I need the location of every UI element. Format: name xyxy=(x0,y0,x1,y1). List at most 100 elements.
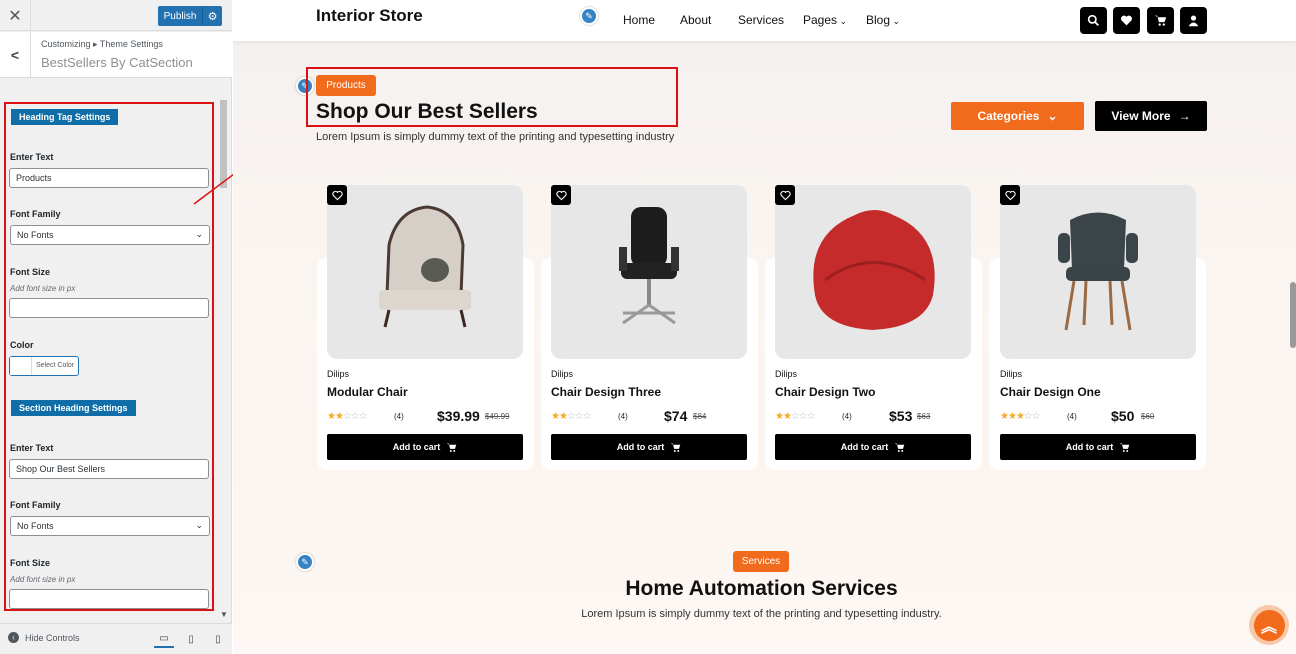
panel-scrollbar[interactable] xyxy=(219,100,228,620)
cart-icon xyxy=(446,442,457,452)
tablet-preview-icon[interactable]: ▯ xyxy=(181,630,201,648)
heading-tag-font-size-input[interactable] xyxy=(9,298,209,318)
nav-blog[interactable]: Blog ⌄ xyxy=(866,13,900,27)
chevron-down-icon: ⌄ xyxy=(837,16,848,26)
star-filled-icon: ★ xyxy=(1007,411,1017,422)
add-to-wishlist-button[interactable] xyxy=(775,185,795,205)
product-brand: Dilips xyxy=(775,369,798,379)
nav-pages-label: Pages xyxy=(803,13,838,27)
cart-icon xyxy=(894,442,905,452)
scrollbar-thumb[interactable] xyxy=(220,100,227,188)
product-image[interactable] xyxy=(775,185,971,359)
cart-icon xyxy=(670,442,681,452)
rating-stars: ★★☆☆☆ xyxy=(775,411,816,422)
section-heading-settings-title: Section Heading Settings xyxy=(11,400,136,416)
color-swatch xyxy=(10,357,32,375)
product-name[interactable]: Chair Design Two xyxy=(775,385,875,399)
search-icon xyxy=(1087,14,1100,27)
add-to-wishlist-button[interactable] xyxy=(1000,185,1020,205)
preview-scrollbar-thumb[interactable] xyxy=(1290,282,1296,348)
product-image[interactable] xyxy=(551,185,747,359)
add-to-cart-label: Add to cart xyxy=(1065,442,1114,452)
star-empty-icon: ☆ xyxy=(582,411,592,422)
nav-about[interactable]: About xyxy=(680,13,711,27)
add-to-wishlist-button[interactable] xyxy=(327,185,347,205)
services-badge: Services xyxy=(733,551,789,572)
categories-button[interactable]: Categories ⌄ xyxy=(951,102,1084,130)
add-to-cart-label: Add to cart xyxy=(840,442,889,452)
view-more-button[interactable]: View More → xyxy=(1095,101,1207,131)
star-filled-icon: ★ xyxy=(327,411,336,422)
nav-pages[interactable]: Pages ⌄ xyxy=(803,13,847,27)
product-name[interactable]: Chair Design One xyxy=(1000,385,1101,399)
add-to-cart-label: Add to cart xyxy=(392,442,441,452)
close-customizer-button[interactable]: ✕ xyxy=(0,0,31,31)
rating-count: (4) xyxy=(842,412,852,421)
select-color-label: Select Color xyxy=(36,362,75,369)
add-to-cart-label: Add to cart xyxy=(616,442,665,452)
highlight-box xyxy=(306,67,678,127)
font-size-hint: Add font size in px xyxy=(10,284,76,293)
product-image[interactable] xyxy=(327,185,523,359)
add-to-cart-button[interactable]: Add to cart xyxy=(551,434,747,460)
star-empty-icon: ☆ xyxy=(798,411,808,422)
product-price: $74 xyxy=(664,408,688,424)
product-brand: Dilips xyxy=(1000,369,1023,379)
star-empty-icon: ☆ xyxy=(358,411,368,422)
product-name[interactable]: Modular Chair xyxy=(327,385,408,399)
chevron-left-icon: < xyxy=(10,47,20,63)
site-logo[interactable]: Interior Store xyxy=(316,6,423,26)
product-image[interactable] xyxy=(1000,185,1196,359)
font-size-hint: Add font size in px xyxy=(10,575,76,584)
add-to-cart-button[interactable]: Add to cart xyxy=(1000,434,1196,460)
mobile-preview-icon[interactable]: ▯ xyxy=(208,630,228,648)
section-heading-text-input[interactable]: Shop Our Best Sellers xyxy=(9,459,209,479)
hide-controls-button[interactable]: ‹ Hide Controls xyxy=(8,632,80,643)
edit-pencil-icon[interactable]: ✎ xyxy=(580,7,598,25)
rating-stars: ★★★☆☆ xyxy=(1000,411,1041,422)
color-label: Color xyxy=(10,340,34,350)
scroll-to-top-button[interactable]: ︽ xyxy=(1249,605,1289,645)
cart-icon xyxy=(1119,442,1130,452)
add-to-cart-button[interactable]: Add to cart xyxy=(327,434,523,460)
back-button[interactable]: < xyxy=(0,32,31,78)
nav-home[interactable]: Home xyxy=(623,13,655,27)
add-to-cart-button[interactable]: Add to cart xyxy=(775,434,971,460)
add-to-wishlist-button[interactable] xyxy=(551,185,571,205)
star-empty-icon: ☆ xyxy=(350,411,360,422)
heading-tag-font-family-select[interactable]: No Fonts ⌄ xyxy=(10,225,210,245)
select-color-button[interactable]: Select Color xyxy=(9,356,79,376)
section-heading-font-family-select[interactable]: No Fonts ⌄ xyxy=(10,516,210,536)
product-old-price: $84 xyxy=(693,412,707,421)
heading-tag-text-input[interactable]: Products xyxy=(9,168,209,188)
product-price: $39.99 xyxy=(437,408,480,424)
chevron-down-icon: ⌄ xyxy=(1047,109,1058,123)
edit-pencil-icon[interactable]: ✎ xyxy=(296,553,314,571)
rating-count: (4) xyxy=(1067,412,1077,421)
view-more-label: View More xyxy=(1111,109,1171,123)
publish-button[interactable]: Publish xyxy=(158,6,202,26)
collapse-icon: ‹ xyxy=(8,632,19,643)
section-title: BestSellers By CatSection xyxy=(41,55,193,70)
star-filled-icon: ★ xyxy=(1000,411,1009,422)
cart-icon xyxy=(1154,15,1167,26)
account-button[interactable] xyxy=(1180,7,1207,34)
enter-text-label: Enter Text xyxy=(10,152,54,162)
scroll-down-icon[interactable]: ▼ xyxy=(220,610,228,619)
cart-button[interactable] xyxy=(1147,7,1174,34)
wishlist-button[interactable] xyxy=(1113,7,1140,34)
star-filled-icon: ★ xyxy=(558,411,568,422)
font-family-label: Font Family xyxy=(10,500,61,510)
customizer-header: ✕ Publish ⚙ xyxy=(0,0,232,31)
search-button[interactable] xyxy=(1080,7,1107,34)
star-empty-icon: ☆ xyxy=(342,411,352,422)
categories-label: Categories xyxy=(977,109,1040,123)
enter-text-label: Enter Text xyxy=(10,443,54,453)
section-heading-font-size-input[interactable] xyxy=(9,589,209,609)
font-size-label: Font Size xyxy=(10,267,50,277)
publish-settings-button[interactable]: ⚙ xyxy=(202,6,222,26)
desktop-preview-icon[interactable]: ▭ xyxy=(154,630,174,648)
close-icon: ✕ xyxy=(8,7,22,25)
product-name[interactable]: Chair Design Three xyxy=(551,385,661,399)
nav-services[interactable]: Services xyxy=(738,13,784,27)
